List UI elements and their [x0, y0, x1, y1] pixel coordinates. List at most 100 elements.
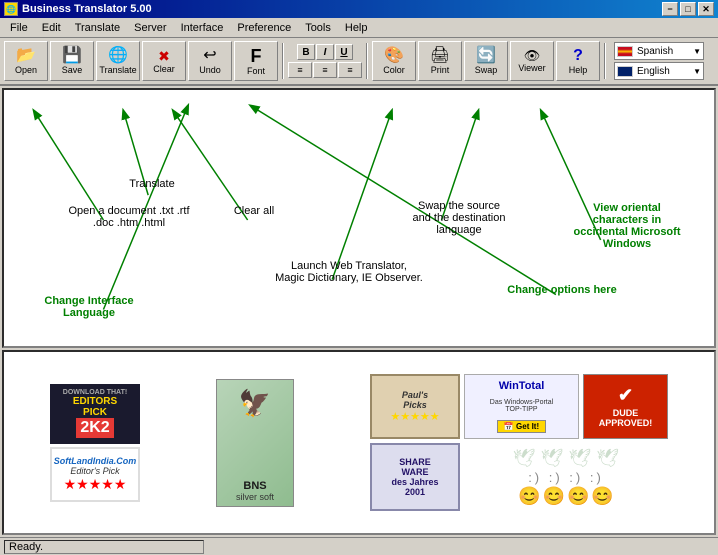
source-language-label: Spanish [637, 46, 673, 57]
print-icon: 🖨 [430, 48, 450, 64]
font-button[interactable]: F Font [234, 41, 278, 81]
face-4: 😊 [591, 486, 613, 507]
translate-button[interactable]: 🌐 Translate [96, 41, 140, 81]
save-label: Save [62, 65, 83, 75]
english-flag-icon [617, 66, 633, 77]
editors-pick-text: Editor's Pick [70, 466, 119, 476]
print-label: Print [431, 65, 450, 75]
help-label: Help [569, 65, 588, 75]
editors-pick-badge: DOWNLOAD THAT! EDITORS PICK 2K2 [50, 384, 140, 444]
close-button[interactable]: ✕ [698, 2, 714, 16]
viewer-label: Viewer [518, 63, 545, 73]
translate-icon: 🌐 [108, 48, 128, 64]
open-icon: 📂 [16, 48, 36, 64]
wintotal-name: WinTotal [499, 380, 545, 392]
annotation-change-options: Change options here [492, 284, 632, 296]
dude-text: DUDEAPPROVED! [599, 408, 653, 428]
align-center-button[interactable]: ≡ [313, 62, 337, 78]
source-lang-arrow-icon: ▼ [693, 47, 701, 56]
spanish-flag-icon [617, 46, 633, 57]
wintotal-badge: WinTotal Das Windows-PortalTOP-TIPP 📅 Ge… [464, 374, 579, 439]
picks-text: Picks [403, 400, 427, 410]
underline-button[interactable]: U [335, 44, 353, 60]
shareware-badge: SHAREWAREdes Jahres2001 [370, 443, 460, 511]
shareware-text: SHAREWAREdes Jahres2001 [391, 457, 438, 497]
window-title: Business Translator 5.00 [22, 3, 152, 15]
undo-button[interactable]: ↩ Undo [188, 41, 232, 81]
color-icon: 🎨 [384, 48, 404, 64]
status-panel: Ready. [4, 540, 204, 554]
menu-server[interactable]: Server [128, 20, 172, 36]
open-button[interactable]: 📂 Open [4, 41, 48, 81]
font-icon: F [251, 47, 262, 65]
clear-button[interactable]: ✖ Clear [142, 41, 186, 81]
save-button[interactable]: 💾 Save [50, 41, 94, 81]
status-text: Ready. [9, 541, 43, 553]
minimize-button[interactable]: − [662, 2, 678, 16]
bold-button[interactable]: B [297, 44, 315, 60]
clear-icon: ✖ [158, 49, 170, 63]
pauls-stars: ★★★★★ [390, 410, 439, 423]
language-area: Spanish ▼ English ▼ [614, 42, 704, 80]
toolbar-separator-2 [366, 43, 368, 79]
wintotal-subtitle: Das Windows-PortalTOP-TIPP [490, 399, 553, 413]
silver-soft-label: silver soft [236, 492, 274, 502]
dude-approved-badge: ✔ DUDEAPPROVED! [583, 374, 668, 439]
pauls-text: Paul's [402, 390, 428, 400]
clear-label: Clear [153, 64, 175, 74]
red-stars: ★★★★★ [64, 476, 127, 493]
target-language-label: English [637, 66, 670, 77]
undo-icon: ↩ [203, 48, 216, 64]
toolbar-separator-1 [282, 43, 284, 79]
open-label: Open [15, 65, 37, 75]
face-2: 😊 [543, 486, 565, 507]
help-icon: ? [573, 48, 583, 64]
swap-icon: 🔄 [476, 48, 496, 64]
annotation-open-doc: Open a document .txt .rtf .doc .htm .htm… [64, 205, 194, 229]
birds-row: 🕊 🕊 🕊 🕊 [513, 448, 619, 469]
swap-label: Swap [475, 65, 498, 75]
maximize-button[interactable]: □ [680, 2, 696, 16]
source-language-select[interactable]: Spanish ▼ [614, 42, 704, 60]
target-lang-arrow-icon: ▼ [693, 67, 701, 76]
menu-edit[interactable]: Edit [36, 20, 67, 36]
help-button[interactable]: ? Help [556, 41, 600, 81]
pauls-picks-badge: Paul's Picks ★★★★★ [370, 374, 460, 439]
menu-tools[interactable]: Tools [299, 20, 337, 36]
smileys-row: :) :) :) :) [528, 470, 604, 485]
viewer-button[interactable]: 👁 Viewer [510, 41, 554, 81]
translate-label: Translate [99, 65, 136, 75]
download-that-text: DOWNLOAD THAT! [63, 389, 127, 396]
face-1: 😊 [518, 486, 540, 507]
pick-text: PICK [83, 407, 107, 418]
align-left-button[interactable]: ≡ [288, 62, 312, 78]
annotation-change-interface: Change InterfaceLanguage [34, 295, 144, 319]
emoji-faces-row: 😊 😊 😊 😊 [518, 486, 614, 507]
toolbar-separator-3 [604, 43, 606, 79]
title-bar: 🌐 Business Translator 5.00 − □ ✕ [0, 0, 718, 18]
italic-button[interactable]: I [316, 44, 334, 60]
menu-translate[interactable]: Translate [69, 20, 126, 36]
color-button[interactable]: 🎨 Color [372, 41, 416, 81]
format-buttons: B I U ≡ ≡ ≡ [288, 44, 362, 78]
left-badges-column: DOWNLOAD THAT! EDITORS PICK 2K2 SoftLand… [50, 384, 140, 502]
align-right-button[interactable]: ≡ [338, 62, 362, 78]
app-icon: 🌐 [4, 2, 18, 16]
font-label: Font [247, 66, 265, 76]
menu-file[interactable]: File [4, 20, 34, 36]
target-language-select[interactable]: English ▼ [614, 62, 704, 80]
menu-help[interactable]: Help [339, 20, 374, 36]
swap-button[interactable]: 🔄 Swap [464, 41, 508, 81]
menu-preference[interactable]: Preference [231, 20, 297, 36]
toolbar: 📂 Open 💾 Save 🌐 Translate ✖ Clear ↩ Undo… [0, 38, 718, 86]
annotation-view-oriental: View orientalcharacters inoccidental Mic… [552, 202, 702, 250]
print-button[interactable]: 🖨 Print [418, 41, 462, 81]
menu-interface[interactable]: Interface [175, 20, 230, 36]
face-3: 😊 [567, 486, 589, 507]
badges-area: DOWNLOAD THAT! EDITORS PICK 2K2 SoftLand… [2, 350, 716, 535]
viewer-icon: 👁 [524, 49, 541, 62]
bns-eagle-icon: 🦅 [239, 388, 271, 419]
window-controls: − □ ✕ [662, 2, 714, 16]
getit-button: 📅 Get It! [497, 420, 546, 433]
main-content-area: Open a document .txt .rtf .doc .htm .htm… [2, 88, 716, 348]
